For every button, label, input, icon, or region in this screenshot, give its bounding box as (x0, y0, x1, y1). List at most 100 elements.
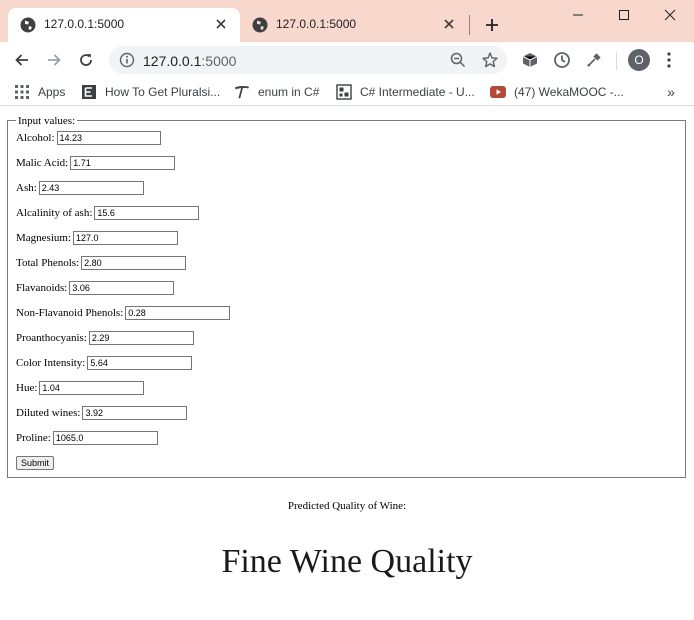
bookmark-wekamooc[interactable]: (47) WekaMOOC -... (490, 82, 624, 102)
field-row-magnesium: Magnesium: (16, 231, 178, 245)
bookmark-enum[interactable]: enum in C# (234, 82, 319, 102)
diluted-wines-input[interactable] (82, 406, 188, 420)
field-row-alcalinity-of-ash: Alcalinity of ash: (16, 206, 200, 220)
forward-button[interactable] (42, 48, 66, 72)
bookmark-star-icon[interactable] (481, 51, 499, 69)
profile-avatar[interactable]: O (628, 49, 650, 71)
alcohol-input[interactable] (56, 131, 161, 145)
more-bookmarks-chevron-icon[interactable]: » (664, 82, 678, 102)
plus-icon (486, 19, 498, 31)
field-row-diluted-wines: Diluted wines: (16, 406, 188, 420)
field-label: Magnesium: (16, 232, 71, 244)
page-content: Input values: Alcohol: Malic Acid: Ash: … (0, 107, 694, 620)
submit-button[interactable]: Submit (16, 456, 55, 470)
bookmark-apps[interactable]: Apps (14, 82, 65, 102)
ash-input[interactable] (38, 181, 144, 195)
proanthocyanis-input[interactable] (88, 331, 194, 345)
apps-grid-icon (14, 84, 30, 100)
bookmark-label: enum in C# (258, 85, 320, 99)
color-intensity-input[interactable] (87, 356, 193, 370)
total-phenols-input[interactable] (81, 256, 187, 270)
close-icon (664, 9, 676, 21)
input-values-fieldset: Input values: Alcohol: Malic Acid: Ash: … (7, 115, 686, 478)
tab-active[interactable]: 127.0.0.1:5000 (8, 8, 240, 42)
hue-input[interactable] (39, 381, 145, 395)
bookmark-site-icon (336, 84, 352, 100)
field-row-malic-acid: Malic Acid: (16, 156, 176, 170)
field-label: Diluted wines: (16, 407, 81, 419)
toolbar-separator (616, 52, 617, 70)
fieldset-legend: Input values: (16, 115, 78, 127)
extension-sync-icon[interactable] (553, 51, 571, 69)
info-icon[interactable] (119, 52, 135, 68)
field-row-proline: Proline: (16, 431, 158, 445)
url-port: :5000 (201, 53, 237, 69)
minimize-icon (573, 14, 583, 16)
globe-icon (252, 17, 268, 33)
menu-kebab-icon[interactable] (663, 50, 675, 70)
tab-strip: 127.0.0.1:5000 127.0.0.1:5000 (0, 0, 694, 42)
maximize-button[interactable] (610, 4, 638, 26)
field-label: Alcalinity of ash: (16, 207, 93, 219)
field-label: Ash: (16, 182, 37, 194)
field-label: Hue: (16, 382, 38, 394)
magnesium-input[interactable] (73, 231, 178, 245)
field-label: Alcohol: (16, 132, 55, 144)
field-row-hue: Hue: (16, 381, 145, 395)
field-row-alcohol: Alcohol: (16, 131, 161, 145)
bookmark-label: How To Get Pluralsi... (105, 85, 221, 99)
arrow-left-icon (15, 54, 28, 66)
arrow-right-icon (48, 54, 61, 66)
bookmark-page-icon (81, 84, 97, 100)
field-label: Proanthocyanis: (16, 332, 87, 344)
back-button[interactable] (10, 48, 34, 72)
bookmarks-bar: Apps How To Get Pluralsi... enum in C# C… (0, 78, 694, 106)
field-label: Non-Flavanoid Phenols: (16, 307, 124, 319)
alcalinity-of-ash-input[interactable] (94, 206, 200, 220)
url-host: 127.0.0.1 (143, 53, 202, 69)
bookmark-t-icon (234, 84, 250, 100)
field-label: Total Phenols: (16, 257, 80, 269)
globe-icon (20, 17, 36, 33)
field-label: Malic Acid: (16, 157, 69, 169)
prediction-result: Fine Wine Quality (221, 543, 473, 580)
bookmark-csharp-intermediate[interactable]: C# Intermediate - U... (336, 82, 475, 102)
bookmark-label: Apps (38, 85, 66, 99)
tab-title: 127.0.0.1:5000 (276, 17, 357, 31)
field-row-proanthocyanis: Proanthocyanis: (16, 331, 194, 345)
new-tab-button[interactable] (481, 14, 503, 36)
reload-button[interactable] (74, 48, 98, 72)
tab-separator (469, 15, 470, 35)
proline-input[interactable] (52, 431, 158, 445)
tab-inactive[interactable]: 127.0.0.1:5000 (240, 8, 468, 42)
maximize-icon (619, 10, 629, 20)
minimize-button[interactable] (564, 4, 592, 26)
field-row-ash: Ash: (16, 181, 144, 195)
malic-acid-input[interactable] (70, 156, 176, 170)
non-flavanoid-phenols-input[interactable] (125, 306, 231, 320)
bookmark-label: (47) WekaMOOC -... (514, 85, 624, 99)
eyedropper-icon[interactable] (585, 51, 603, 69)
close-window-button[interactable] (656, 4, 684, 26)
field-row-color-intensity: Color Intensity: (16, 356, 193, 370)
extension-cube-icon[interactable] (521, 51, 539, 69)
field-label: Proline: (16, 432, 51, 444)
field-row-non-flavanoid-phenols: Non-Flavanoid Phenols: (16, 306, 231, 320)
bookmark-pluralsight[interactable]: How To Get Pluralsi... (81, 82, 220, 102)
bookmark-label: C# Intermediate - U... (360, 85, 475, 99)
browser-toolbar: 127.0.0.1:5000 O (0, 42, 694, 78)
field-row-flavanoids: Flavanoids: (16, 281, 175, 295)
zoom-icon[interactable] (449, 51, 467, 69)
prediction-label: Predicted Quality of Wine: (287, 500, 407, 512)
address-bar[interactable]: 127.0.0.1:5000 (109, 46, 507, 74)
field-label: Flavanoids: (16, 282, 68, 294)
tab-close-icon[interactable] (212, 15, 230, 33)
field-row-total-phenols: Total Phenols: (16, 256, 187, 270)
tab-title: 127.0.0.1:5000 (44, 17, 125, 31)
reload-icon (80, 54, 92, 66)
flavanoids-input[interactable] (69, 281, 175, 295)
youtube-icon (490, 84, 506, 100)
field-label: Color Intensity: (16, 357, 86, 369)
address-url[interactable]: 127.0.0.1:5000 (143, 53, 236, 69)
tab-close-icon[interactable] (440, 15, 458, 33)
